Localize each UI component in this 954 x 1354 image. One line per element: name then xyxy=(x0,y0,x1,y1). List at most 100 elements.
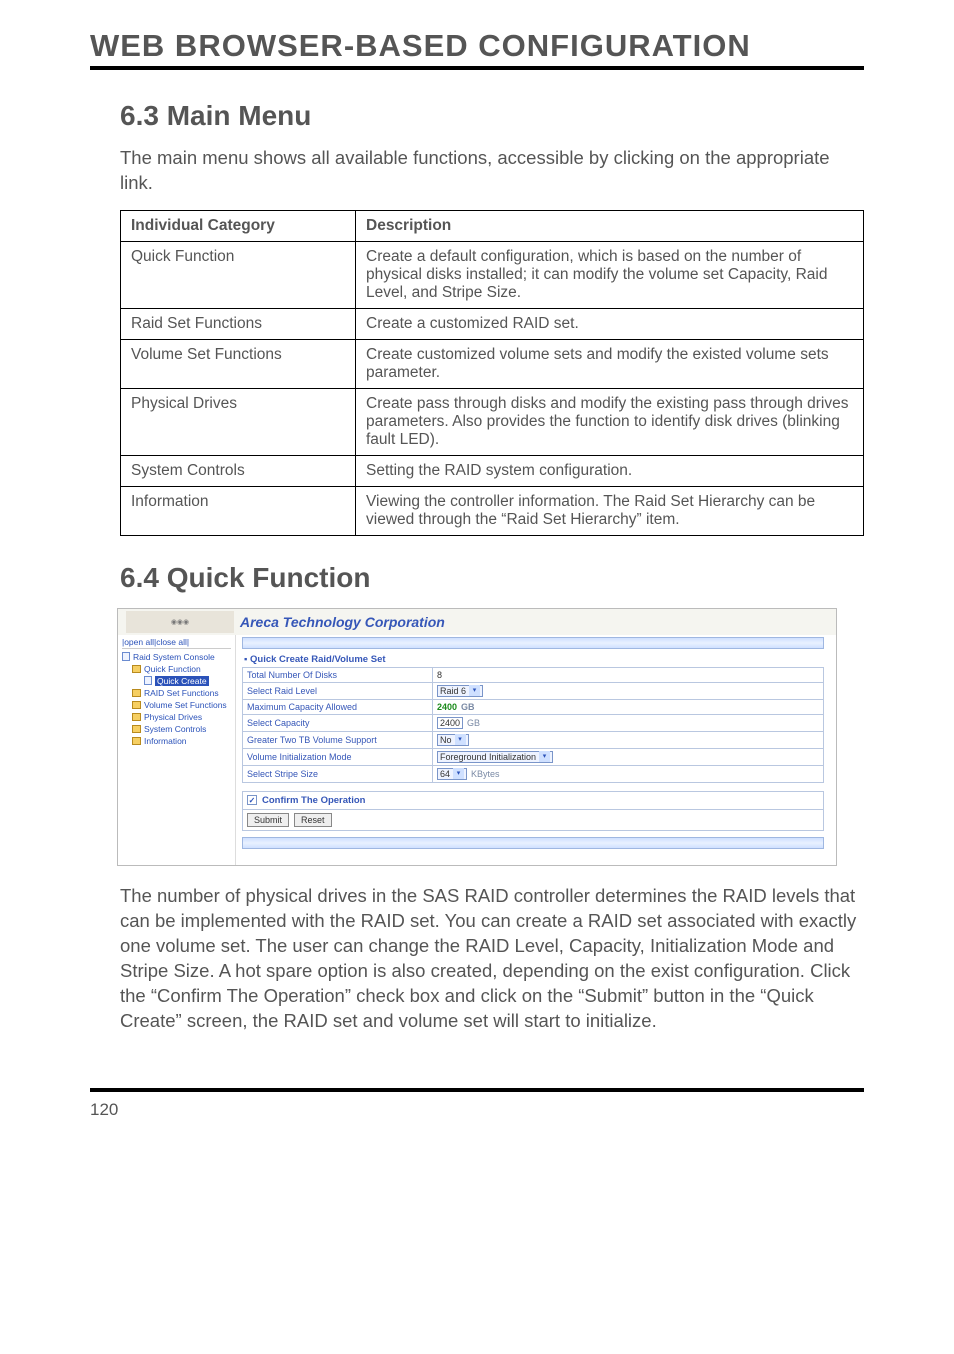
form-value: 2400GB xyxy=(433,699,824,714)
gradient-bar xyxy=(242,637,824,649)
tree-root[interactable]: Raid System Console xyxy=(122,651,231,663)
confirm-label: Confirm The Operation xyxy=(262,795,365,806)
form-value[interactable]: Raid 6▾ xyxy=(433,682,824,699)
page-number: 120 xyxy=(90,1100,864,1120)
chevron-down-icon: ▾ xyxy=(469,685,480,696)
folder-icon xyxy=(132,713,141,721)
form-label: Total Number Of Disks xyxy=(243,667,433,682)
form-value[interactable]: 2400GB xyxy=(433,714,824,731)
category-cell: Information xyxy=(121,486,356,535)
form-label: Select Stripe Size xyxy=(243,765,433,782)
form-label: Select Raid Level xyxy=(243,682,433,699)
quick-create-screenshot: ◉◉◉ Areca Technology Corporation |open a… xyxy=(117,608,837,866)
category-cell: Physical Drives xyxy=(121,388,356,455)
form-label: Greater Two TB Volume Support xyxy=(243,731,433,748)
description-cell: Create customized volume sets and modify… xyxy=(356,339,864,388)
section-6-4-body: The number of physical drives in the SAS… xyxy=(90,884,864,1034)
gradient-bar-bottom xyxy=(242,837,824,849)
capacity-input[interactable]: 2400 xyxy=(437,717,463,729)
chevron-down-icon: ▾ xyxy=(539,751,550,762)
form-row: Select Stripe Size64▾KBytes xyxy=(243,765,824,782)
table-row: Raid Set FunctionsCreate a customized RA… xyxy=(121,308,864,339)
tree-item[interactable]: Volume Set Functions xyxy=(122,699,231,711)
section-6-3-title: 6.3 Main Menu xyxy=(90,100,864,132)
form-label: Volume Initialization Mode xyxy=(243,748,433,765)
table-row: Physical DrivesCreate pass through disks… xyxy=(121,388,864,455)
page-header: WEB BROWSER-BASED CONFIGURATION xyxy=(90,28,864,64)
header-rule xyxy=(90,66,864,70)
tree-item-label: Quick Function xyxy=(144,664,201,674)
form-row: Select Capacity2400GB xyxy=(243,714,824,731)
page-icon xyxy=(122,652,130,661)
description-cell: Create a default configuration, which is… xyxy=(356,241,864,308)
panel-title: ▪ Quick Create Raid/Volume Set xyxy=(242,651,824,667)
form-label: Select Capacity xyxy=(243,714,433,731)
quick-create-form: Total Number Of Disks8Select Raid Level R… xyxy=(242,667,824,783)
select-field[interactable]: 64▾ xyxy=(437,768,467,780)
screenshot-header: ◉◉◉ Areca Technology Corporation xyxy=(118,609,836,635)
tree-item[interactable]: Information xyxy=(122,735,231,747)
tree-root-label: Raid System Console xyxy=(133,652,215,662)
chevron-down-icon: ▾ xyxy=(453,768,464,779)
select-field[interactable]: No▾ xyxy=(437,734,469,746)
tree-item-label: Physical Drives xyxy=(144,712,202,722)
category-table: Individual Category Description Quick Fu… xyxy=(120,210,864,536)
page-icon xyxy=(144,676,152,685)
col-header-description: Description xyxy=(356,210,864,241)
category-cell: Volume Set Functions xyxy=(121,339,356,388)
category-cell: Raid Set Functions xyxy=(121,308,356,339)
button-row: Submit Reset xyxy=(242,810,824,831)
form-row: Maximum Capacity Allowed2400GB xyxy=(243,699,824,714)
form-value: 8 xyxy=(433,667,824,682)
form-row: Total Number Of Disks8 xyxy=(243,667,824,682)
nav-tree: |open all|close all| Raid System Console… xyxy=(118,635,236,865)
form-value[interactable]: 64▾KBytes xyxy=(433,765,824,782)
tree-item-label: Information xyxy=(144,736,187,746)
col-header-category: Individual Category xyxy=(121,210,356,241)
table-row: System ControlsSetting the RAID system c… xyxy=(121,455,864,486)
form-label: Maximum Capacity Allowed xyxy=(243,699,433,714)
description-cell: Setting the RAID system configuration. xyxy=(356,455,864,486)
tree-item[interactable]: RAID Set Functions xyxy=(122,687,231,699)
description-cell: Viewing the controller information. The … xyxy=(356,486,864,535)
footer-rule xyxy=(90,1088,864,1092)
tree-item-label: System Controls xyxy=(144,724,206,734)
table-row: Volume Set FunctionsCreate customized vo… xyxy=(121,339,864,388)
tree-item-label: Volume Set Functions xyxy=(144,700,227,710)
select-field[interactable]: Raid 6▾ xyxy=(437,685,483,697)
chevron-down-icon: ▾ xyxy=(455,734,466,745)
confirm-checkbox[interactable]: ✓ xyxy=(247,795,257,805)
form-row: Volume Initialization Mode Foreground Ini… xyxy=(243,748,824,765)
form-row: Greater Two TB Volume Support No▾ xyxy=(243,731,824,748)
folder-icon xyxy=(132,689,141,697)
confirm-row[interactable]: ✓ Confirm The Operation xyxy=(242,791,824,810)
tree-toggle-links[interactable]: |open all|close all| xyxy=(122,637,231,649)
table-row: InformationViewing the controller inform… xyxy=(121,486,864,535)
folder-icon xyxy=(132,725,141,733)
reset-button[interactable]: Reset xyxy=(294,813,332,827)
section-6-3-intro: The main menu shows all available functi… xyxy=(90,146,864,196)
tree-item[interactable]: Physical Drives xyxy=(122,711,231,723)
form-row: Select Raid Level Raid 6▾ xyxy=(243,682,824,699)
tree-item[interactable]: System Controls xyxy=(122,723,231,735)
category-cell: Quick Function xyxy=(121,241,356,308)
tree-item-label: Quick Create xyxy=(155,676,209,686)
tree-item-label: RAID Set Functions xyxy=(144,688,219,698)
folder-icon xyxy=(132,701,141,709)
brand-text: Areca Technology Corporation xyxy=(240,614,445,630)
tree-item[interactable]: Quick Function xyxy=(122,663,231,675)
folder-icon xyxy=(132,665,141,673)
form-value[interactable]: Foreground Initialization▾ xyxy=(433,748,824,765)
table-row: Quick FunctionCreate a default configura… xyxy=(121,241,864,308)
description-cell: Create a customized RAID set. xyxy=(356,308,864,339)
category-cell: System Controls xyxy=(121,455,356,486)
areca-logo: ◉◉◉ xyxy=(126,611,234,633)
description-cell: Create pass through disks and modify the… xyxy=(356,388,864,455)
section-6-4-title: 6.4 Quick Function xyxy=(90,562,864,594)
form-value[interactable]: No▾ xyxy=(433,731,824,748)
main-panel: ▪ Quick Create Raid/Volume Set Total Num… xyxy=(236,635,836,865)
tree-item[interactable]: Quick Create xyxy=(122,675,231,687)
select-field[interactable]: Foreground Initialization▾ xyxy=(437,751,553,763)
submit-button[interactable]: Submit xyxy=(247,813,289,827)
folder-icon xyxy=(132,737,141,745)
